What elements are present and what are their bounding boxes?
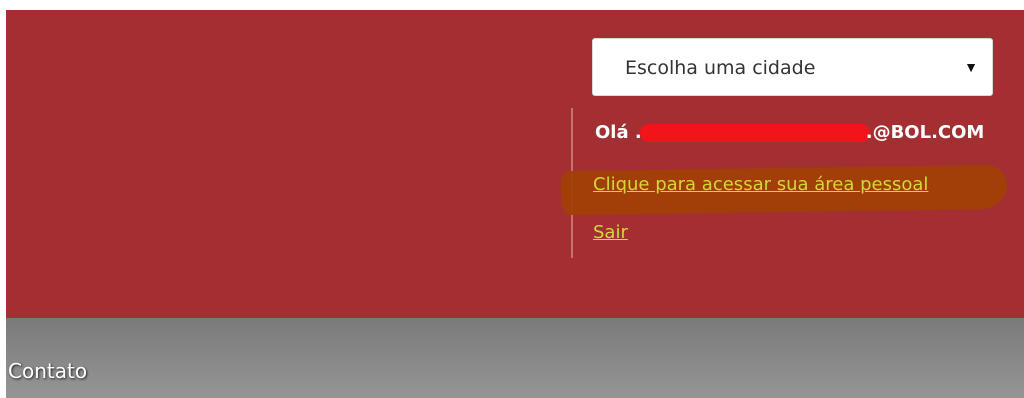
email-redaction bbox=[639, 124, 870, 142]
footer-bar bbox=[6, 318, 1024, 398]
city-select[interactable]: Escolha uma cidade ▼ bbox=[592, 38, 993, 96]
personal-area-link[interactable]: Clique para acessar sua área pessoal bbox=[593, 172, 928, 198]
logout-link[interactable]: Sair bbox=[593, 220, 628, 246]
triangle-down-icon: ▼ bbox=[964, 59, 978, 75]
email-domain: .@BOL.COM bbox=[865, 122, 985, 143]
user-greeting: Olá . .@BOL.COM bbox=[595, 120, 984, 146]
greeting-prefix: Olá bbox=[595, 122, 629, 143]
contact-link[interactable]: Contato bbox=[8, 357, 87, 385]
city-select-value: Escolha uma cidade bbox=[625, 57, 816, 79]
